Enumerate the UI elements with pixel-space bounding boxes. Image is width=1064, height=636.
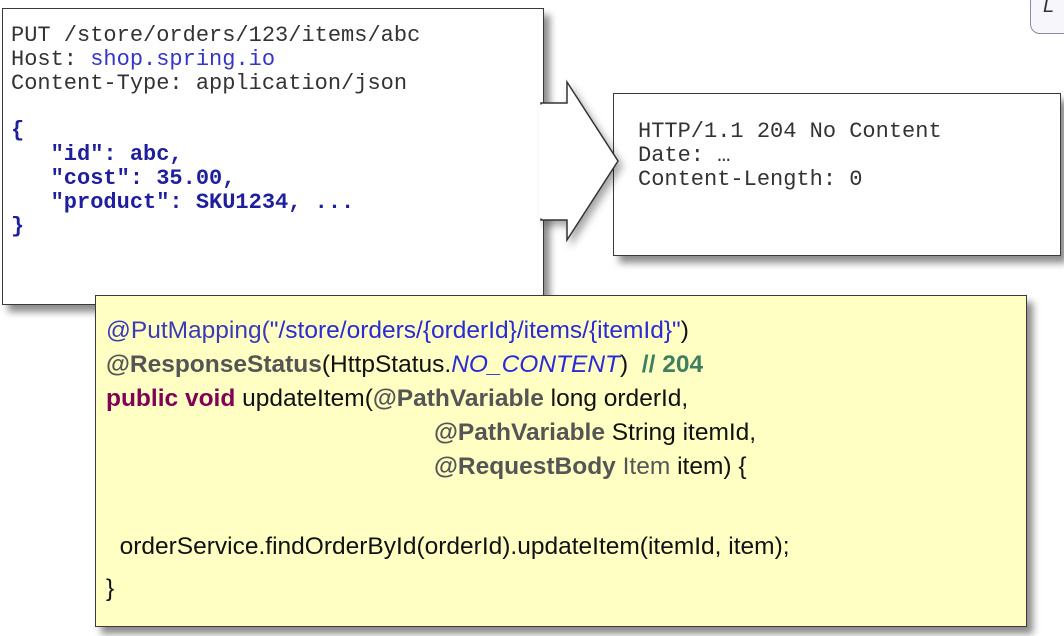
item-type: Item bbox=[615, 453, 671, 480]
code-line-param-body: @RequestBody Item item) { bbox=[434, 452, 747, 482]
code-line-putmapping: @PutMapping("/store/orders/{orderId}/ite… bbox=[106, 316, 689, 346]
code-line-close-brace: } bbox=[106, 575, 115, 602]
json-open-brace: { bbox=[11, 118, 25, 143]
requestbody-annotation: @RequestBody bbox=[434, 453, 616, 480]
method-name: updateItem( bbox=[235, 385, 373, 412]
corner-tab-letter: L bbox=[1043, 0, 1055, 17]
http-request-box: PUT /store/orders/123/items/abc Host: sh… bbox=[2, 8, 544, 305]
code-line-param-item-id: @PathVariable String itemId, bbox=[434, 418, 756, 448]
code-line-body: orderService.findOrderById(orderId).upda… bbox=[106, 533, 790, 560]
host-value: shop.spring.io bbox=[90, 47, 276, 72]
item-id-param: String itemId, bbox=[604, 419, 757, 446]
putmapping-annotation: @PutMapping( bbox=[106, 317, 270, 344]
responsestatus-prefix: (HttpStatus. bbox=[321, 351, 452, 378]
responsestatus-annotation: @ResponseStatus bbox=[106, 351, 322, 378]
request-content-type: Content-Type: application/json bbox=[11, 71, 408, 96]
http-response-box: HTTP/1.1 204 No Content Date: … Content-… bbox=[613, 93, 1061, 256]
response-content-length: Content-Length: 0 bbox=[638, 167, 863, 192]
json-close-brace: } bbox=[11, 214, 25, 239]
putmapping-close: ) bbox=[680, 317, 689, 344]
order-id-param: long orderId, bbox=[543, 385, 689, 412]
code-line-signature: public void updateItem(@PathVariable lon… bbox=[106, 384, 688, 414]
putmapping-path: "/store/orders/{orderId}/items/{itemId}" bbox=[269, 317, 681, 344]
response-status-line: HTTP/1.1 204 No Content bbox=[638, 119, 942, 144]
json-product-line: "product": SKU1234, ... bbox=[11, 190, 355, 215]
pathvariable-annotation-1: @PathVariable bbox=[372, 385, 544, 412]
request-line: PUT /store/orders/123/items/abc bbox=[11, 23, 421, 48]
request-host-header: Host: shop.spring.io bbox=[11, 48, 275, 72]
corner-tab: L bbox=[1030, 0, 1064, 34]
java-code-box: @PutMapping("/store/orders/{orderId}/ite… bbox=[95, 295, 1027, 627]
responsestatus-close: ) bbox=[620, 351, 642, 378]
response-date-header: Date: … bbox=[638, 143, 731, 168]
status-comment: // 204 bbox=[641, 351, 704, 378]
public-void-keyword: public void bbox=[106, 385, 236, 412]
code-line-responsestatus: @ResponseStatus(HttpStatus.NO_CONTENT) /… bbox=[106, 350, 703, 380]
no-content-constant: NO_CONTENT bbox=[451, 351, 621, 378]
arrow-shape bbox=[540, 79, 619, 243]
json-cost-line: "cost": 35.00, bbox=[11, 166, 236, 191]
json-id-line: "id": abc, bbox=[11, 142, 183, 167]
pathvariable-annotation-2: @PathVariable bbox=[434, 419, 605, 446]
host-key: Host: bbox=[11, 47, 91, 72]
item-param: item) { bbox=[670, 453, 747, 480]
